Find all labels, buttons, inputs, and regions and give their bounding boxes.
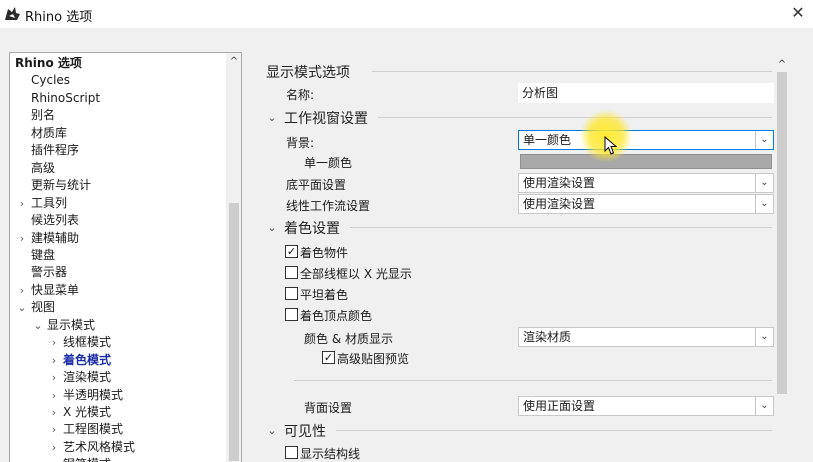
tree-item[interactable]: 建模辅助 (31, 230, 79, 247)
tree-item[interactable]: 线框模式 (63, 334, 111, 351)
color-material-dropdown[interactable]: 渲染材质 ⌄ (518, 327, 774, 347)
chevron-right-icon[interactable]: › (17, 282, 27, 299)
name-label: 名称: (286, 88, 315, 102)
chevron-right-icon[interactable]: › (49, 352, 59, 369)
scroll-up-icon[interactable]: ^ (774, 58, 790, 72)
tree-item[interactable]: 警示器 (31, 264, 67, 281)
scroll-up-icon[interactable]: ^ (226, 55, 241, 69)
chevron-down-icon[interactable]: ⌄ (755, 131, 773, 149)
xray-all-checkbox[interactable] (285, 266, 298, 279)
tree-scrollbar[interactable]: ^ (226, 53, 241, 462)
tree-item[interactable]: 渲染模式 (63, 369, 111, 386)
adv-texture-checkbox[interactable]: ✓ (322, 351, 335, 364)
collapse-viewport-icon[interactable]: ⌄ (267, 109, 277, 126)
tree-item[interactable]: 插件程序 (31, 142, 79, 159)
section-viewport-title: 工作视窗设置 (284, 111, 368, 127)
ground-plane-label: 底平面设置 (286, 178, 347, 192)
xray-all-label: 全部线框以 X 光显示 (300, 267, 412, 281)
chevron-down-icon[interactable]: ⌄ (755, 174, 773, 192)
scroll-thumb[interactable] (229, 203, 239, 461)
tree-item[interactable]: Cycles (31, 72, 70, 89)
group-divider (294, 380, 772, 381)
vertex-colors-label: 着色顶点颜色 (300, 309, 373, 323)
chevron-down-icon[interactable]: ⌄ (755, 195, 773, 213)
check-icon: ✓ (286, 245, 297, 258)
section-divider (372, 71, 772, 72)
section-divider (336, 430, 772, 431)
chevron-down-icon[interactable]: ⌄ (33, 317, 43, 334)
tree-item[interactable]: 更新与统计 (31, 177, 91, 194)
tree-item[interactable]: 视图 (31, 299, 55, 316)
section-divider (350, 227, 772, 228)
backface-value: 使用正面设置 (523, 399, 596, 413)
rhino-icon (4, 5, 21, 22)
tree-item[interactable]: 键盘 (31, 247, 55, 264)
close-icon[interactable]: ✕ (789, 4, 807, 22)
tree-item[interactable]: 钢笔模式 (63, 456, 111, 462)
tree-item[interactable]: RhinoScript (31, 90, 100, 107)
background-label: 背景: (286, 136, 315, 150)
chevron-right-icon[interactable]: › (49, 334, 59, 351)
check-icon: ✓ (323, 351, 334, 364)
tree-item[interactable]: 别名 (31, 107, 55, 124)
settings-scrollbar[interactable]: ^ (774, 52, 790, 462)
adv-texture-label: 高级贴图预览 (337, 352, 410, 366)
tree-item[interactable]: 半透明模式 (63, 387, 123, 404)
tree-item[interactable]: 显示模式 (47, 317, 95, 334)
tree-item[interactable]: 候选列表 (31, 212, 79, 229)
title-bar: Rhino 选项 ✕ (0, 0, 813, 28)
tree-item[interactable]: Rhino 选项 (15, 55, 82, 72)
chevron-right-icon[interactable]: › (49, 387, 59, 404)
background-dropdown[interactable]: 单一颜色 ⌄ (518, 130, 774, 150)
chevron-down-icon[interactable]: ⌄ (755, 328, 773, 346)
chevron-right-icon[interactable]: › (49, 439, 59, 456)
shade-objects-label: 着色物件 (300, 246, 349, 260)
shade-objects-checkbox[interactable]: ✓ (285, 245, 298, 258)
chevron-right-icon[interactable]: › (49, 404, 59, 421)
tree-item[interactable]: 工程图模式 (63, 421, 123, 438)
tree-item[interactable]: 快显菜单 (31, 282, 79, 299)
background-value: 单一颜色 (523, 133, 572, 147)
color-swatch[interactable] (520, 154, 772, 169)
section-display-mode-title: 显示模式选项 (266, 65, 350, 81)
chevron-down-icon[interactable]: ⌄ (17, 299, 27, 316)
tree-item[interactable]: 材质库 (31, 125, 67, 142)
single-color-label: 单一颜色 (304, 156, 353, 170)
tree-item[interactable]: 高级 (31, 160, 55, 177)
linear-workflow-value: 使用渲染设置 (523, 197, 596, 211)
backface-label: 背面设置 (304, 401, 353, 415)
tree-item[interactable]: 着色模式 (63, 352, 111, 369)
section-divider (378, 117, 772, 118)
collapse-visibility-icon[interactable]: ⌄ (267, 422, 277, 439)
settings-panel: 显示模式选项 名称: 分析图 ⌄ 工作视窗设置 背景: 单一颜色 ⌄ 单一颜色 … (256, 52, 813, 462)
color-material-value: 渲染材质 (523, 330, 572, 344)
flat-shading-checkbox[interactable] (285, 287, 298, 300)
color-material-label: 颜色 & 材质显示 (304, 332, 393, 346)
tree-item[interactable]: 工具列 (31, 195, 67, 212)
window-title: Rhino 选项 (25, 10, 93, 25)
chevron-right-icon[interactable]: › (49, 369, 59, 386)
tree-item[interactable]: 艺术风格模式 (63, 439, 135, 456)
backface-dropdown[interactable]: 使用正面设置 ⌄ (518, 396, 774, 416)
linear-workflow-label: 线性工作流设置 (286, 199, 371, 213)
scroll-thumb[interactable] (777, 72, 787, 394)
tree-item[interactable]: X 光模式 (63, 404, 111, 421)
chevron-right-icon[interactable]: › (17, 195, 27, 212)
section-shading-title: 着色设置 (284, 221, 340, 237)
show-isocurves-label: 显示结构线 (300, 447, 361, 461)
show-isocurves-checkbox[interactable] (285, 446, 298, 459)
ground-plane-dropdown[interactable]: 使用渲染设置 ⌄ (518, 173, 774, 193)
chevron-right-icon[interactable]: › (49, 456, 59, 462)
chevron-right-icon[interactable]: › (49, 421, 59, 438)
collapse-shading-icon[interactable]: ⌄ (267, 219, 277, 236)
ground-plane-value: 使用渲染设置 (523, 176, 596, 190)
vertex-colors-checkbox[interactable] (285, 308, 298, 321)
section-visibility-title: 可见性 (284, 424, 326, 440)
linear-workflow-dropdown[interactable]: 使用渲染设置 ⌄ (518, 194, 774, 214)
options-tree: Rhino 选项 Cycles RhinoScript 别名 材质库 插件程序 高级 更新与统… (9, 52, 242, 462)
flat-shading-label: 平坦着色 (300, 288, 349, 302)
chevron-right-icon[interactable]: › (17, 230, 27, 247)
name-field[interactable]: 分析图 (518, 83, 774, 103)
chevron-down-icon[interactable]: ⌄ (755, 397, 773, 415)
